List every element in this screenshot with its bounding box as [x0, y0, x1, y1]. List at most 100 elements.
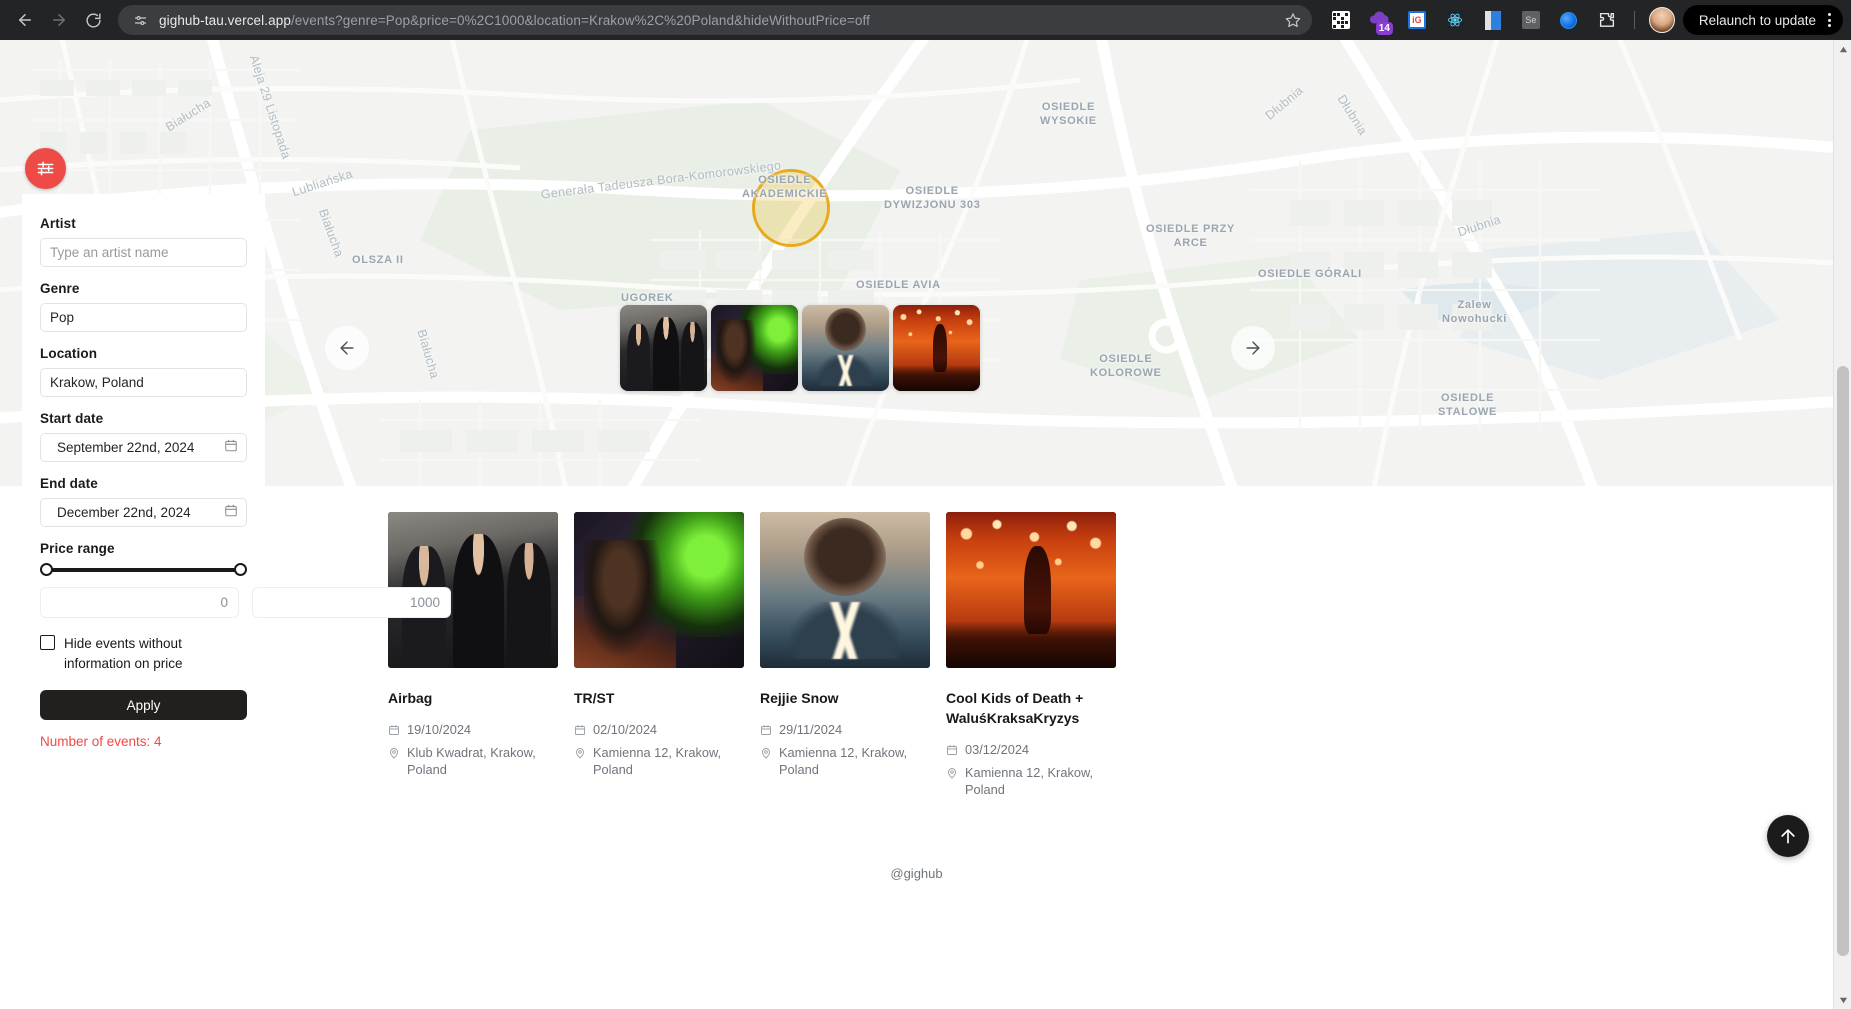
profile-avatar[interactable]	[1648, 7, 1675, 33]
extensions-tray: 14 iG Se	[1322, 6, 1626, 35]
hide-without-price-checkbox[interactable]	[40, 635, 55, 650]
carousel-thumb-rejjie-snow[interactable]	[802, 305, 889, 391]
filter-toggle-button[interactable]	[25, 148, 66, 189]
carousel-items	[620, 305, 980, 391]
event-image[interactable]	[574, 512, 744, 668]
qr-code-extension-icon[interactable]	[1327, 6, 1355, 34]
price-max-input[interactable]	[252, 587, 451, 618]
events-count-text: Number of events: 4	[40, 734, 162, 749]
event-card[interactable]: TR/ST 02/10/2024 Kamienna 12, Krakow, Pola…	[574, 512, 744, 801]
event-venue-row: Kamienna 12, Krakow, Poland	[760, 744, 930, 778]
event-venue-row: Kamienna 12, Krakow, Poland	[574, 744, 744, 778]
carousel-thumb-trst[interactable]	[711, 305, 798, 391]
blue-circle-extension-icon[interactable]	[1555, 6, 1583, 34]
map-label: OSIEDLE DYWIZJONU 303	[884, 185, 981, 211]
page-scrollbar[interactable]	[1833, 40, 1851, 1009]
site-settings-icon[interactable]	[130, 10, 150, 30]
react-devtools-extension-icon[interactable]	[1441, 6, 1469, 34]
url-host: gighub-tau.vercel.app	[159, 12, 291, 28]
url-path: /events?genre=Pop&price=0%2C1000&locatio…	[290, 12, 870, 28]
extensions-puzzle-icon[interactable]	[1593, 6, 1621, 34]
price-range-slider[interactable]	[40, 563, 247, 577]
start-date-wrap	[40, 433, 247, 462]
thumbnail-image	[711, 305, 798, 391]
end-date-label: End date	[40, 476, 98, 491]
carousel-prev-button[interactable]	[325, 326, 369, 370]
reader-extension-icon[interactable]	[1479, 6, 1507, 34]
event-venue: Kamienna 12, Krakow, Poland	[965, 765, 1094, 797]
star-icon	[1285, 13, 1301, 28]
event-title: TR/ST	[574, 690, 615, 706]
calendar-icon	[760, 723, 772, 741]
event-date: 02/10/2024	[593, 722, 658, 737]
ig-glyph: iG	[1407, 11, 1426, 29]
footer-text: @gighub	[890, 866, 943, 881]
selenium-extension-icon[interactable]: Se	[1517, 6, 1545, 34]
event-meta: 03/12/2024 Kamienna 12, Krakow, Poland	[946, 741, 1116, 798]
event-image[interactable]	[946, 512, 1116, 668]
hide-without-price-label: Hide events without information on price	[64, 636, 183, 671]
relaunch-to-update-button[interactable]: Relaunch to update	[1682, 5, 1843, 35]
map-view[interactable]: OSIEDLE WYSOKIE OSIEDLE AKADEMICKIE OSIEDL…	[0, 40, 1833, 486]
map-label: OSIEDLE PRZY ARCE	[1146, 223, 1236, 249]
map-pin-icon	[760, 746, 772, 764]
genre-input[interactable]	[40, 303, 247, 332]
artist-input[interactable]	[40, 238, 247, 267]
cloud-extension-icon[interactable]: 14	[1365, 6, 1393, 35]
instagram-downloader-extension-icon[interactable]: iG	[1403, 6, 1431, 34]
map-pin-icon	[388, 746, 400, 764]
scroll-to-top-button[interactable]	[1767, 815, 1809, 857]
back-button[interactable]	[8, 3, 42, 37]
end-date-field-group: End date	[40, 476, 247, 527]
location-input[interactable]	[40, 368, 247, 397]
event-card[interactable]: Airbag 19/10/2024 Klub Kwadrat, Krakow, Po…	[388, 512, 558, 801]
slider-knob-max[interactable]	[234, 563, 247, 576]
event-date-row: 19/10/2024	[388, 721, 558, 741]
event-title: Cool Kids of Death + WaluśKraksaKryzys	[946, 690, 1084, 726]
scrollbar-up-arrow[interactable]	[1834, 40, 1851, 58]
arrow-up-icon	[1781, 829, 1795, 844]
reload-button[interactable]	[76, 3, 110, 37]
slider-knob-min[interactable]	[40, 563, 53, 576]
event-date: 03/12/2024	[965, 742, 1030, 757]
relaunch-label: Relaunch to update	[1698, 12, 1816, 28]
address-bar[interactable]: gighub-tau.vercel.app/events?genre=Pop&p…	[118, 5, 1312, 35]
calendar-icon	[946, 743, 958, 761]
carousel-next-button[interactable]	[1231, 326, 1275, 370]
event-date-row: 02/10/2024	[574, 721, 744, 741]
price-min-input[interactable]	[40, 587, 239, 618]
event-card[interactable]: Cool Kids of Death + WaluśKraksaKryzys 03…	[946, 512, 1116, 801]
event-venue: Kamienna 12, Krakow, Poland	[779, 745, 908, 777]
apply-button[interactable]: Apply	[40, 690, 247, 720]
start-date-input[interactable]	[40, 433, 247, 462]
start-date-field-group: Start date	[40, 411, 247, 462]
price-range-group: Price range	[40, 541, 451, 618]
thumbnail-image	[620, 305, 707, 391]
event-card[interactable]: Rejjie Snow 29/11/2024 Kamienna 12, Krakow…	[760, 512, 930, 801]
scrollbar-down-arrow[interactable]	[1834, 991, 1851, 1009]
artist-label: Artist	[40, 216, 76, 231]
event-title: Rejjie Snow	[760, 690, 839, 706]
artist-field-group: Artist	[40, 216, 247, 267]
arrow-left-icon	[340, 341, 354, 355]
scrollbar-thumb[interactable]	[1837, 366, 1849, 956]
event-date: 29/11/2024	[779, 722, 843, 737]
reload-icon	[85, 12, 101, 28]
event-date-row: 03/12/2024	[946, 741, 1116, 761]
event-image[interactable]	[760, 512, 930, 668]
filter-panel: Artist Genre Location Start date End dat…	[22, 194, 451, 763]
hide-without-price-row[interactable]: Hide events without information on price	[40, 634, 247, 674]
event-meta: 29/11/2024 Kamienna 12, Krakow, Poland	[760, 721, 930, 778]
three-dot-menu-icon[interactable]	[1824, 13, 1835, 27]
forward-arrow-icon	[53, 14, 65, 26]
carousel-thumb-airbag[interactable]	[620, 305, 707, 391]
carousel-thumb-cool-kids-of-death[interactable]	[893, 305, 980, 391]
se-glyph: Se	[1521, 11, 1540, 29]
end-date-input[interactable]	[40, 498, 247, 527]
map-label: OSIEDLE AVIA	[856, 279, 941, 291]
forward-button[interactable]	[42, 3, 76, 37]
thumbnail-image	[893, 305, 980, 391]
bookmark-button[interactable]	[1280, 7, 1306, 33]
calendar-icon	[574, 723, 586, 741]
extension-badge-count: 14	[1375, 22, 1393, 35]
